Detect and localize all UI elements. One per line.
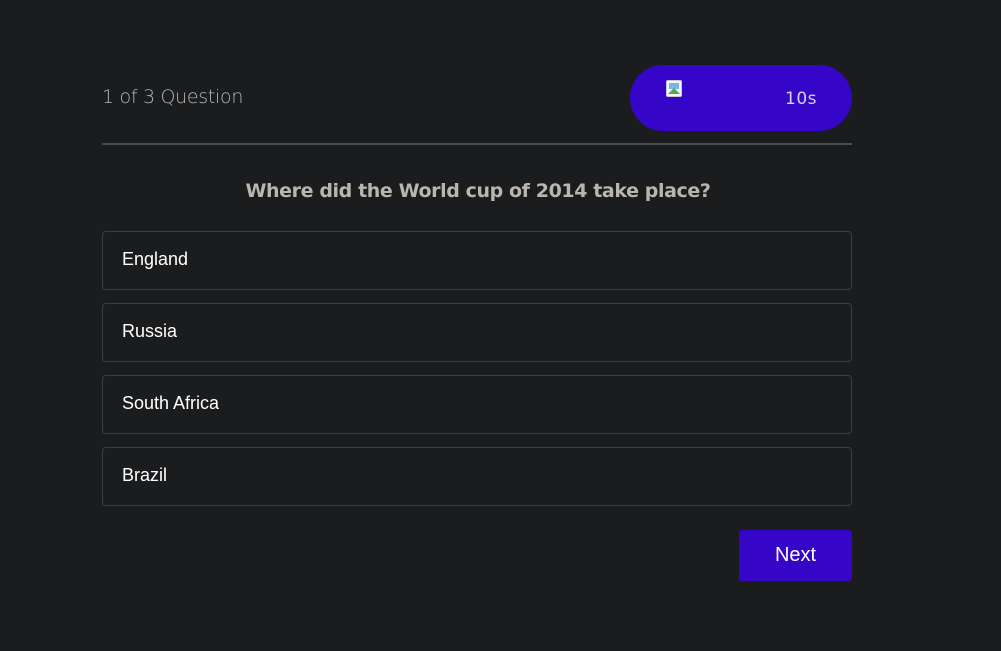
answer-option[interactable]: Russia [102,303,852,362]
timer-text: 10s [785,89,817,109]
quiz-card: 1 of 3 Question 10s Where did the World … [102,65,852,581]
timer-pill: 10s [630,65,852,131]
answer-option-label: South Africa [122,392,220,413]
answer-options: England Russia South Africa Brazil [102,231,852,506]
answer-option[interactable]: England [102,231,852,290]
answer-option-label: Russia [122,320,178,341]
quiz-header: 1 of 3 Question 10s [102,65,852,131]
question-counter: 1 of 3 Question [102,86,244,108]
answer-option[interactable]: Brazil [102,447,852,506]
answer-option[interactable]: South Africa [102,375,852,434]
header-divider [102,143,852,145]
quiz-footer: Next [102,530,852,581]
question-text: Where did the World cup of 2014 take pla… [245,180,711,202]
broken-image-icon [666,80,684,98]
answer-option-label: England [122,248,189,269]
next-button[interactable]: Next [739,530,852,581]
answer-option-label: Brazil [122,464,168,485]
